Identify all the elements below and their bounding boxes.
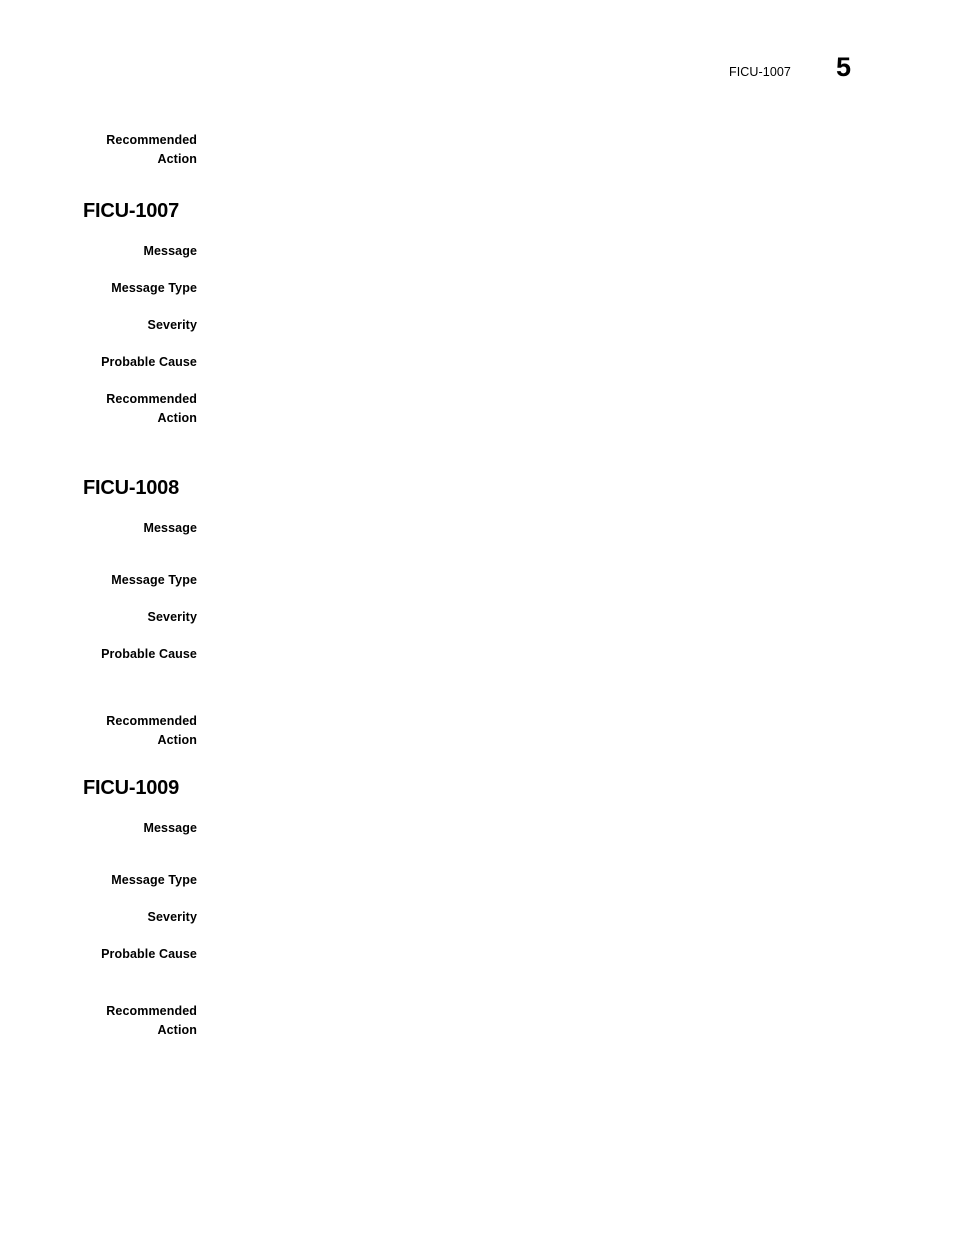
field-probable-cause: Probable Cause [0,353,954,372]
field-value [197,353,954,372]
field-label: Severity [147,910,197,924]
field-value [197,712,954,731]
field-label: Probable Cause [101,947,197,961]
section-continued: Recommended Action [0,131,954,169]
field-value [197,819,954,838]
field-label: Recommended Action [106,133,197,166]
field-value [197,279,954,298]
running-header: FICU-1007 5 [0,54,954,100]
field-value [197,608,954,627]
field-value [197,645,954,664]
field-value [197,1002,954,1021]
field-recommended-action: Recommended Action [0,712,954,750]
running-header-title: FICU-1007 [728,65,791,79]
page-content: Recommended Action FICU-1007 Message Mes… [0,131,954,1040]
field-value [197,908,954,927]
field-message: Message [0,519,954,538]
field-value [197,390,954,409]
field-severity: Severity [0,908,954,927]
section-heading: FICU-1009 [83,777,180,799]
section-heading: FICU-1007 [83,200,180,222]
section-ficu-1008: FICU-1008 Message Message Type Severity … [0,476,954,750]
field-value [197,571,954,590]
field-probable-cause: Probable Cause [0,945,954,964]
field-value [197,871,954,890]
field-label: Message Type [111,281,197,295]
field-recommended-action: Recommended Action [0,1002,954,1040]
field-message: Message [0,242,954,261]
field-value [197,131,954,150]
section-heading: FICU-1008 [83,477,180,499]
field-label: Message Type [111,573,197,587]
field-severity: Severity [0,316,954,335]
field-value [197,316,954,335]
field-label: Message [143,244,197,258]
field-message: Message [0,819,954,838]
field-message-type: Message Type [0,871,954,890]
field-label: Recommended Action [106,1004,197,1037]
section-ficu-1007: FICU-1007 Message Message Type Severity … [0,199,954,428]
field-label: Message [143,821,197,835]
field-label: Recommended Action [106,392,197,425]
field-severity: Severity [0,608,954,627]
field-label: Message [143,521,197,535]
field-label: Message Type [111,873,197,887]
document-page: FICU-1007 5 Recommended Action FICU-1007… [0,0,954,1235]
field-probable-cause: Probable Cause [0,645,954,664]
field-label: Severity [147,610,197,624]
field-value [197,242,954,261]
field-message-type: Message Type [0,571,954,590]
field-recommended-action: Recommended Action [0,390,954,428]
section-ficu-1009: FICU-1009 Message Message Type Severity … [0,776,954,1040]
field-message-type: Message Type [0,279,954,298]
field-label: Severity [147,318,197,332]
field-label: Probable Cause [101,355,197,369]
field-label: Probable Cause [101,647,197,661]
field-value [197,519,954,538]
field-value [197,945,954,964]
page-number: 5 [836,52,852,82]
field-label: Recommended Action [106,714,197,747]
field-recommended-action: Recommended Action [0,131,954,169]
